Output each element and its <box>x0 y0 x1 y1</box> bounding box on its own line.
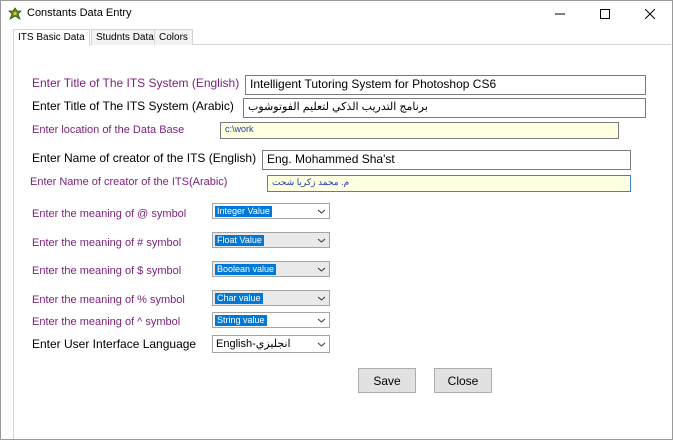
title-english-label: Enter Title of The ITS System (English) <box>32 76 240 90</box>
close-window-button[interactable] <box>628 1 672 27</box>
title-bar[interactable]: Constants Data Entry <box>1 1 672 29</box>
tab-studnts-data[interactable]: Studnts Data <box>91 29 159 45</box>
ui-language-value: English-انجليزي <box>216 338 291 350</box>
minimize-button[interactable] <box>538 1 582 27</box>
app-icon <box>8 7 22 20</box>
creator-arabic-input[interactable]: م. محمد زكريا شحت <box>267 175 631 192</box>
tab-strip: ITS Basic Data Studnts Data Colors <box>13 29 671 46</box>
ui-language-label: Enter User Interface Language <box>32 337 197 351</box>
percent-symbol-label: Enter the meaning of % symbol <box>32 294 185 306</box>
window-title: Constants Data Entry <box>27 7 132 19</box>
at-symbol-label: Enter the meaning of @ symbol <box>32 208 187 220</box>
creator-english-input[interactable]: Eng. Mohammed Sha'st <box>262 150 631 170</box>
at-symbol-value: Integer Value <box>215 206 272 217</box>
tab-its-basic-data[interactable]: ITS Basic Data <box>13 29 90 46</box>
caret-symbol-value: String value <box>215 315 267 326</box>
percent-symbol-select[interactable]: Char value <box>212 290 330 306</box>
creator-arabic-label: Enter Name of creator of the ITS(Arabic) <box>30 176 228 188</box>
constants-data-entry-window: Constants Data Entry ITS Basic Data Stud… <box>0 0 673 440</box>
chevron-down-icon <box>317 342 326 347</box>
minimize-icon <box>555 13 565 15</box>
dollar-symbol-label: Enter the meaning of $ symbol <box>32 265 182 277</box>
close-button[interactable]: Close <box>434 368 492 393</box>
its-basic-data-panel: Enter Title of The ITS System (English) … <box>13 45 671 439</box>
close-icon <box>645 9 655 19</box>
maximize-icon <box>600 9 610 19</box>
dollar-symbol-select[interactable]: Boolean value <box>212 261 330 277</box>
percent-symbol-value: Char value <box>215 293 263 304</box>
title-arabic-label: Enter Title of The ITS System (Arabic) <box>32 99 234 113</box>
save-button[interactable]: Save <box>358 368 416 393</box>
chevron-down-icon <box>317 238 326 243</box>
caret-symbol-select[interactable]: String value <box>212 312 330 328</box>
maximize-button[interactable] <box>583 1 627 27</box>
chevron-down-icon <box>317 318 326 323</box>
db-location-label: Enter location of the Data Base <box>32 124 185 136</box>
caret-symbol-label: Enter the meaning of ^ symbol <box>32 316 181 328</box>
title-arabic-input[interactable]: برنامج التدريب الذكي لتعليم الفوتوشوب <box>243 98 646 118</box>
tab-colors[interactable]: Colors <box>154 29 193 45</box>
hash-symbol-select[interactable]: Float Value <box>212 232 330 248</box>
hash-symbol-label: Enter the meaning of # symbol <box>32 237 182 249</box>
at-symbol-select[interactable]: Integer Value <box>212 203 330 219</box>
creator-english-label: Enter Name of creator of the ITS (Englis… <box>32 151 257 165</box>
chevron-down-icon <box>317 267 326 272</box>
title-english-input[interactable]: Intelligent Tutoring System for Photosho… <box>245 75 646 95</box>
dollar-symbol-value: Boolean value <box>215 264 277 275</box>
chevron-down-icon <box>317 296 326 301</box>
db-location-input[interactable]: c:\work <box>220 122 619 139</box>
ui-language-select[interactable]: English-انجليزي <box>212 335 330 353</box>
hash-symbol-value: Float Value <box>215 235 264 246</box>
chevron-down-icon <box>317 209 326 214</box>
